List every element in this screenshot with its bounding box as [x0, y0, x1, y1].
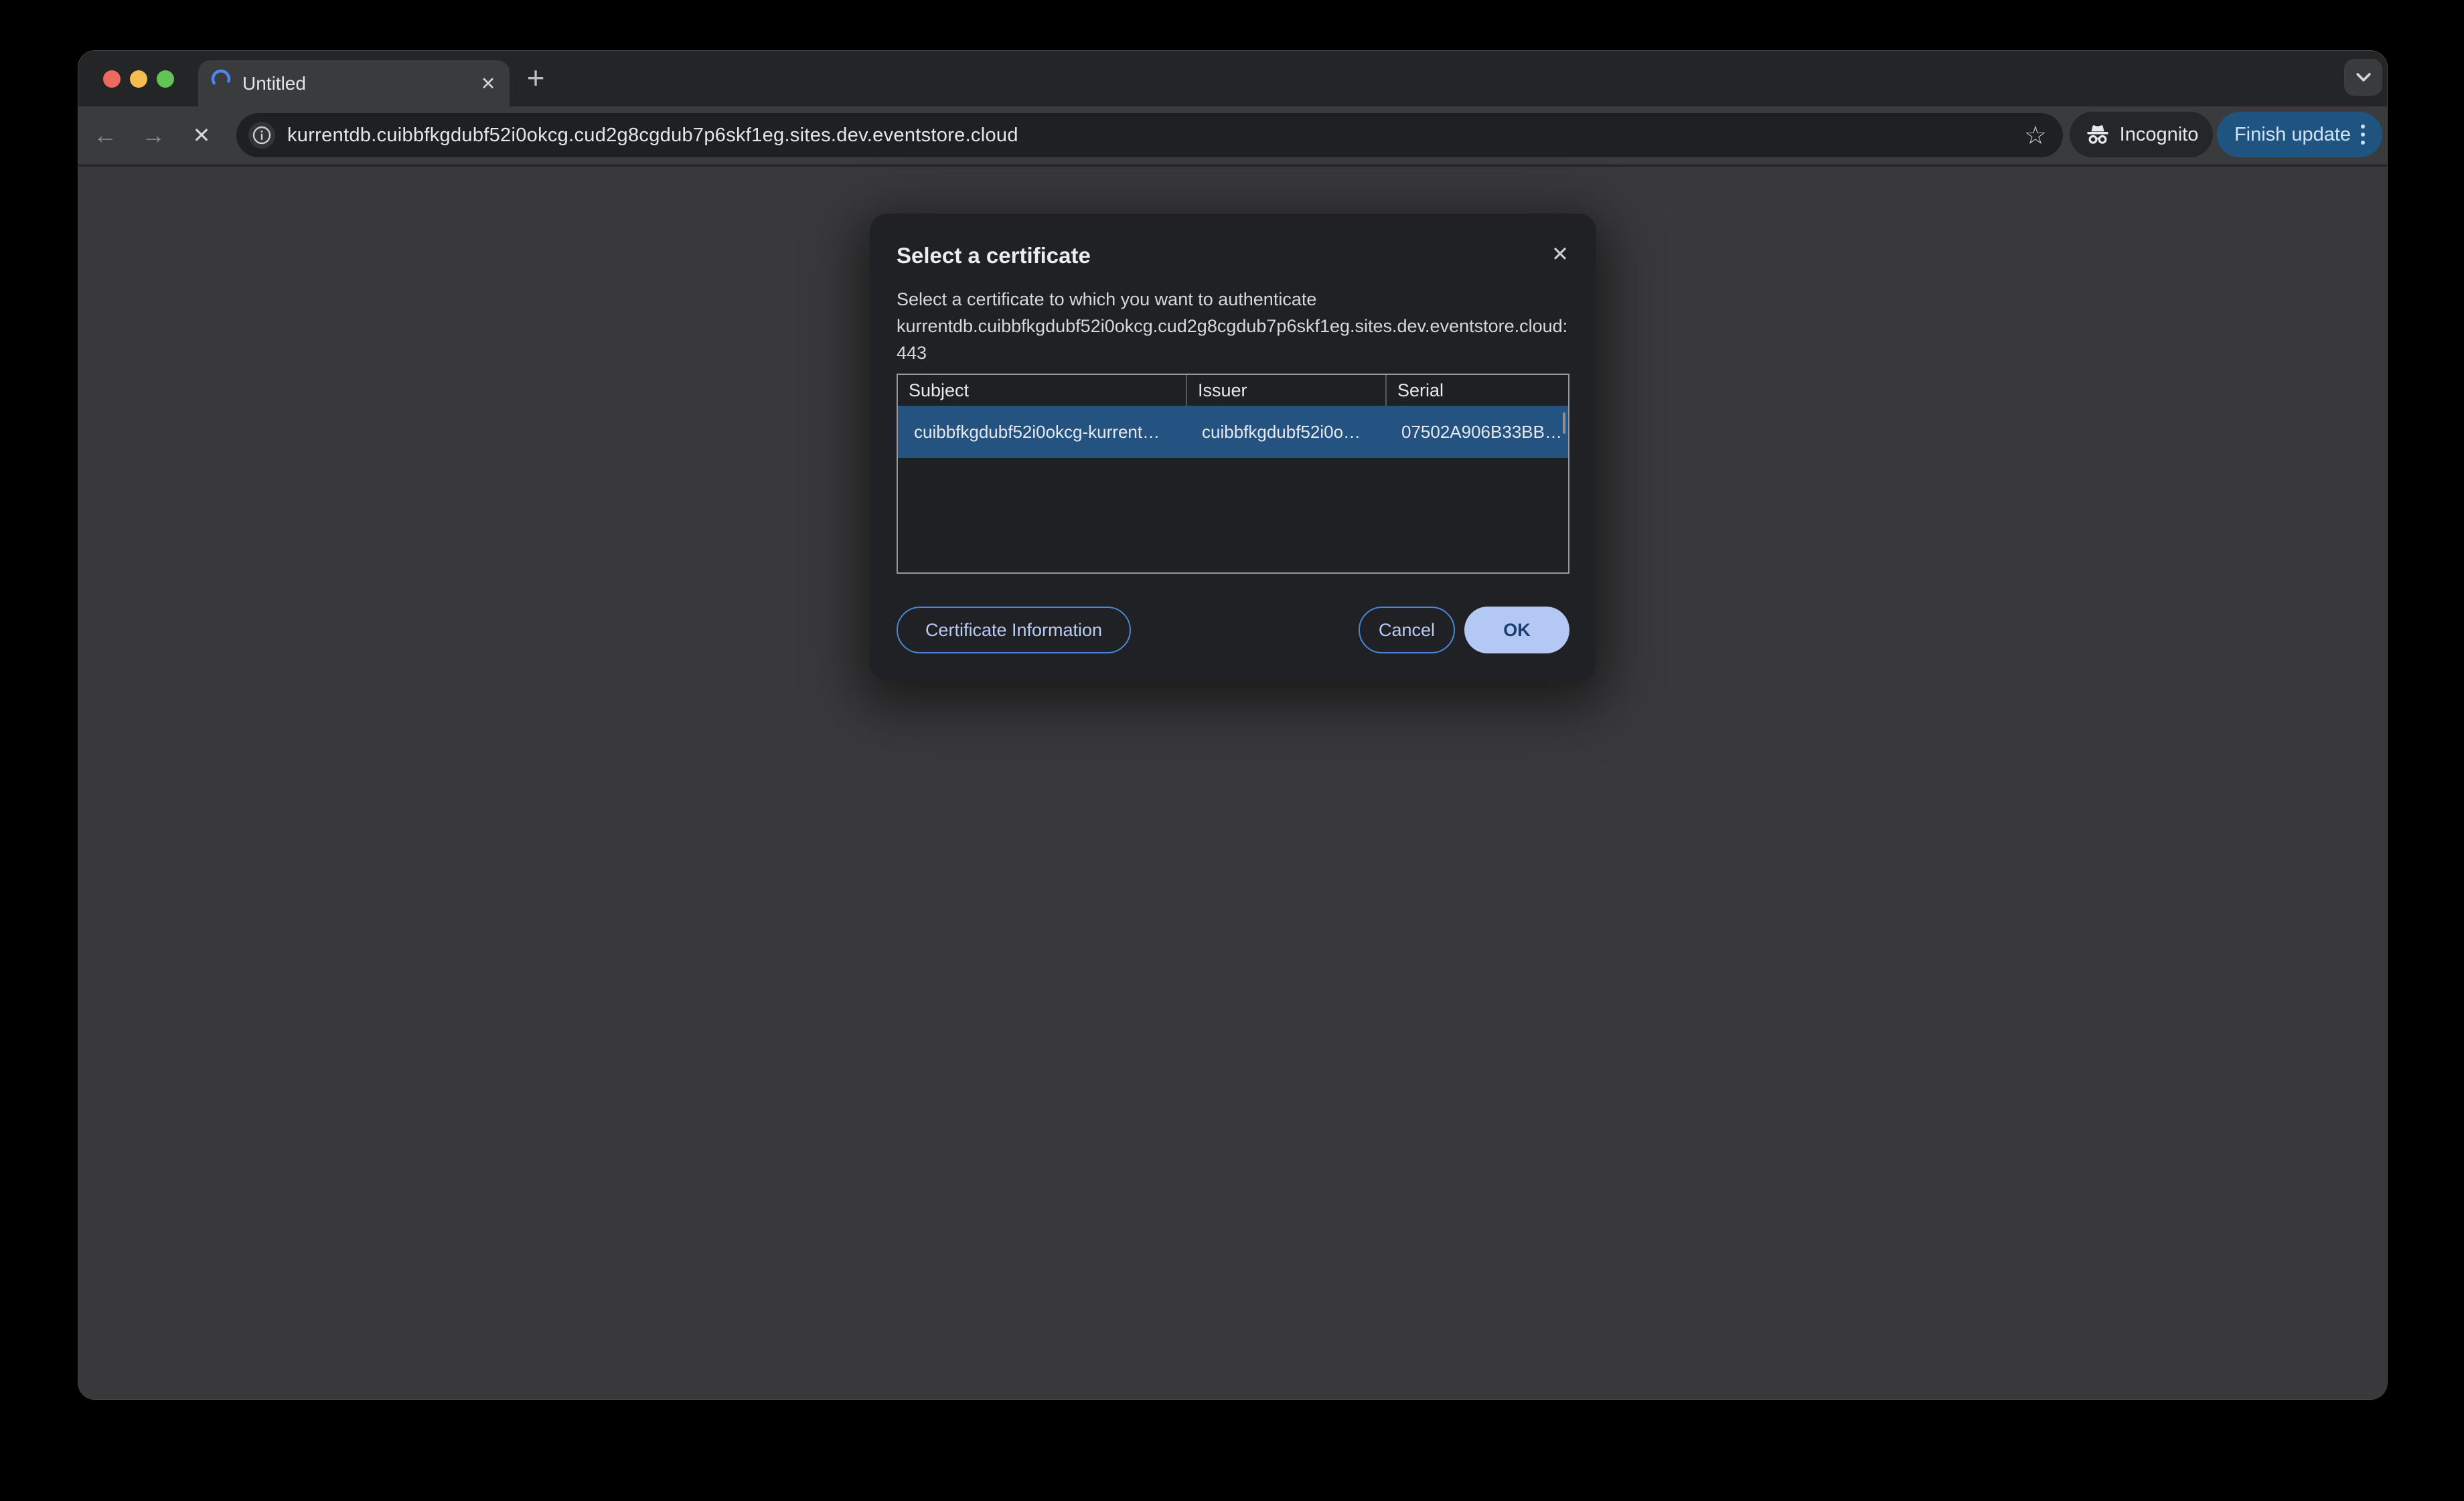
- browser-menu-icon[interactable]: [2361, 125, 2366, 145]
- window-minimize-button[interactable]: [130, 70, 147, 88]
- window-close-button[interactable]: [103, 70, 121, 88]
- dialog-description: Select a certificate to which you want t…: [897, 286, 1570, 366]
- address-bar[interactable]: kurrentdb.cuibbfkgdubf52i0okcg.cud2g8cgd…: [236, 113, 2063, 157]
- site-info-button[interactable]: [248, 122, 275, 149]
- tab-close-icon[interactable]: ✕: [476, 72, 500, 96]
- ok-button[interactable]: OK: [1464, 607, 1569, 653]
- select-certificate-dialog: Select a certificate ✕ Select a certific…: [870, 214, 1596, 681]
- certificate-information-button[interactable]: Certificate Information: [897, 607, 1131, 653]
- tab-title: Untitled: [242, 72, 306, 94]
- finish-update-button[interactable]: Finish update: [2217, 112, 2382, 157]
- dialog-host-text: kurrentdb.cuibbfkgdubf52i0okcg.cud2g8cgd…: [897, 316, 1568, 363]
- loading-spinner-icon: [211, 69, 231, 89]
- dialog-description-text: Select a certificate to which you want t…: [897, 289, 1317, 309]
- window-zoom-button[interactable]: [157, 70, 174, 88]
- incognito-icon: [2086, 125, 2108, 144]
- column-header-serial: Serial: [1385, 375, 1568, 406]
- new-tab-button[interactable]: +: [521, 60, 550, 95]
- cell-issuer: cuibbfkgdubf52i0o…: [1202, 421, 1361, 442]
- page-content: Select a certificate ✕ Select a certific…: [78, 167, 2387, 1399]
- column-header-subject: Subject: [909, 380, 970, 400]
- cancel-button[interactable]: Cancel: [1359, 607, 1455, 653]
- stop-loading-button[interactable]: ✕: [180, 106, 223, 164]
- bookmark-star-icon[interactable]: ☆: [2024, 113, 2047, 157]
- browser-toolbar: ← → ✕ kurrentdb.cuibbfkgdubf52i0okcg.cud…: [78, 106, 2387, 165]
- desktop-background: Untitled ✕ + ← → ✕ kurrentdb.cuibbfkgdub…: [0, 0, 2464, 1501]
- cell-subject: cuibbfkgdubf52i0okcg-kurrent…: [914, 421, 1160, 442]
- column-header-issuer: Issuer: [1186, 375, 1385, 406]
- table-scrollbar[interactable]: [1563, 412, 1565, 434]
- forward-button[interactable]: →: [132, 106, 175, 164]
- info-icon: [252, 126, 271, 145]
- cell-serial: 07502A906B33BB…: [1401, 421, 1562, 442]
- chevron-down-icon: [2356, 72, 2371, 82]
- certificate-row-selected[interactable]: cuibbfkgdubf52i0okcg-kurrent… cuibbfkgdu…: [898, 406, 1568, 458]
- tab-search-button[interactable]: [2344, 59, 2382, 96]
- tab-strip: Untitled ✕ +: [78, 51, 2387, 106]
- finish-update-label: Finish update: [2234, 123, 2352, 145]
- dialog-title: Select a certificate: [897, 243, 1091, 268]
- dialog-close-icon[interactable]: ✕: [1545, 239, 1575, 270]
- incognito-badge: Incognito: [2070, 112, 2213, 157]
- incognito-label: Incognito: [2119, 123, 2199, 145]
- tab-untitled[interactable]: Untitled ✕: [198, 60, 510, 106]
- back-button[interactable]: ←: [84, 106, 127, 164]
- browser-window: Untitled ✕ + ← → ✕ kurrentdb.cuibbfkgdub…: [78, 50, 2388, 1400]
- certificate-table: Subject Issuer Serial cuibbfkgdubf52i0ok…: [897, 374, 1569, 574]
- url-text[interactable]: kurrentdb.cuibbfkgdubf52i0okcg.cud2g8cgd…: [287, 113, 1018, 157]
